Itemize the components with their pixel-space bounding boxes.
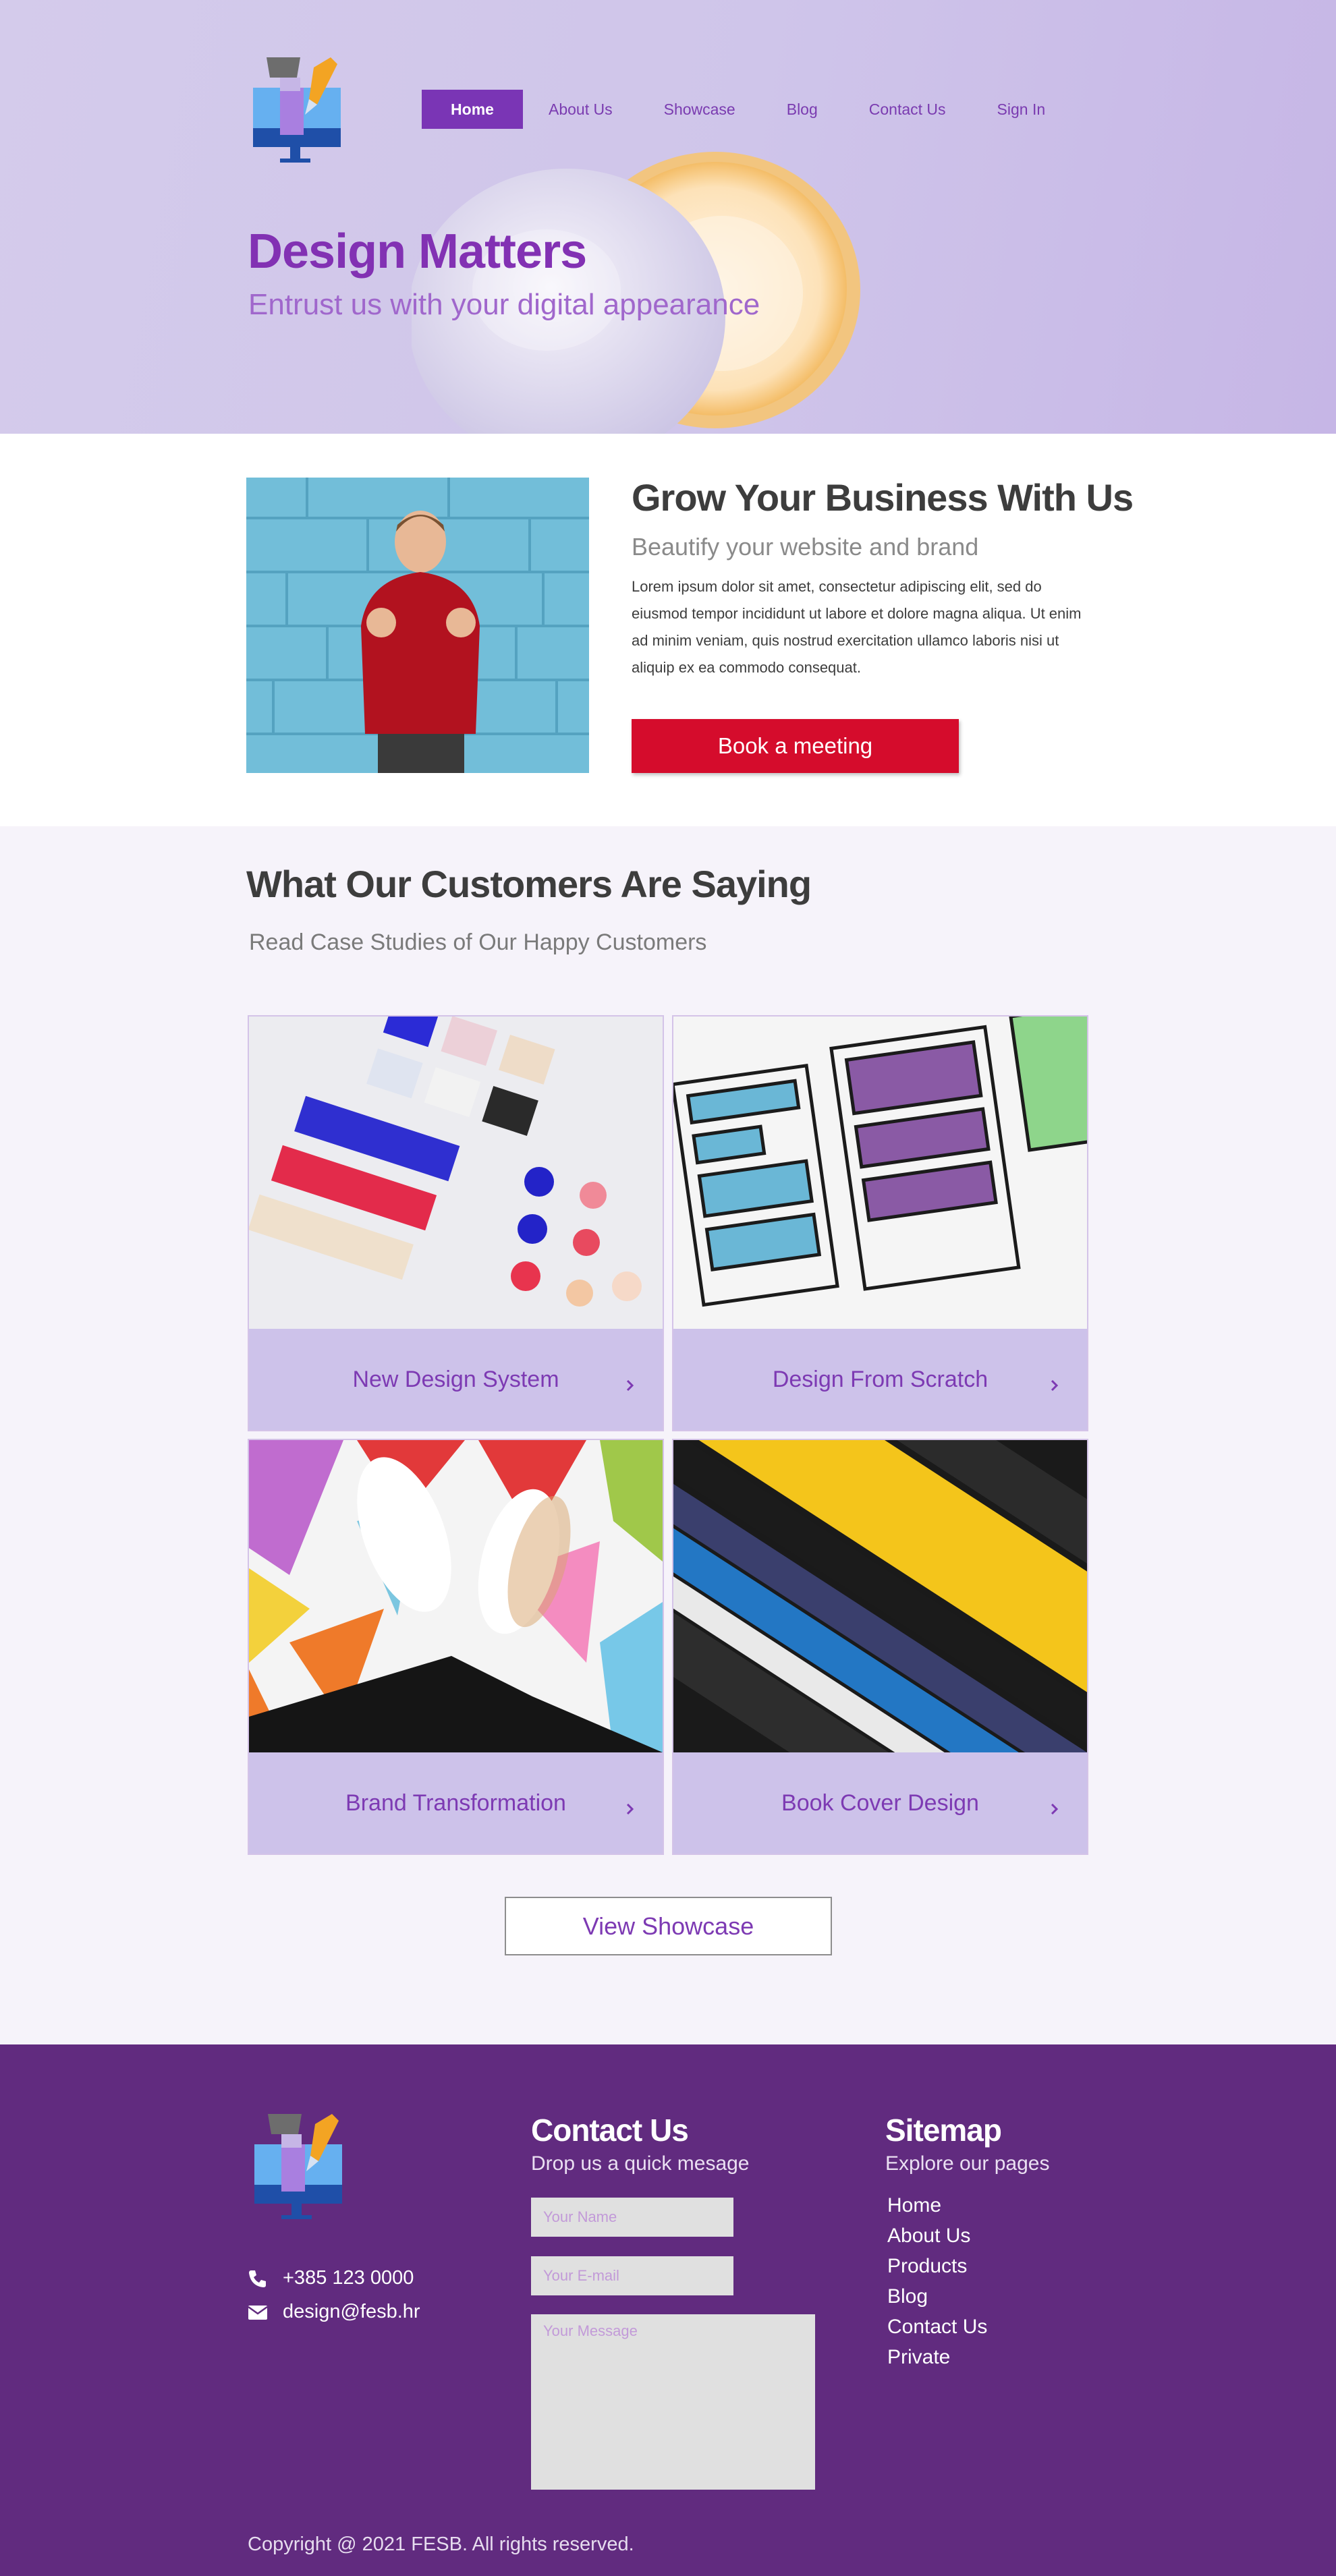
nav-blog[interactable]: Blog bbox=[761, 90, 843, 129]
grow-subtitle: Beautify your website and brand bbox=[632, 533, 979, 561]
design-books-image bbox=[673, 1440, 1087, 1752]
case-card-design-from-scratch[interactable]: Design From Scratch bbox=[672, 1015, 1088, 1431]
hero-banner: Home About Us Showcase Blog Contact Us S… bbox=[0, 0, 1336, 434]
phone-text[interactable]: +385 123 0000 bbox=[283, 2267, 414, 2289]
happy-man-photo bbox=[246, 478, 589, 773]
sitemap-link-contact-us[interactable]: Contact Us bbox=[887, 2316, 987, 2339]
message-textarea[interactable] bbox=[531, 2314, 815, 2490]
nav-home[interactable]: Home bbox=[422, 90, 523, 129]
brand-logo[interactable] bbox=[250, 57, 344, 165]
sitemap-link-home[interactable]: Home bbox=[887, 2194, 941, 2217]
case-card-brand-transformation[interactable]: Brand Transformation bbox=[248, 1439, 664, 1855]
name-input[interactable] bbox=[531, 2198, 733, 2237]
nav-about-us[interactable]: About Us bbox=[523, 90, 638, 129]
card-label: Book Cover Design bbox=[781, 1790, 979, 1816]
wireframe-sketch-image bbox=[673, 1017, 1087, 1329]
chevron-right-icon bbox=[626, 1380, 634, 1391]
nav-sign-in[interactable]: Sign In bbox=[972, 90, 1071, 129]
case-card-book-cover-design[interactable]: Book Cover Design bbox=[672, 1439, 1088, 1855]
grow-body-text: Lorem ipsum dolor sit amet, consectetur … bbox=[632, 578, 1082, 676]
customers-subtitle: Read Case Studies of Our Happy Customers bbox=[249, 929, 707, 955]
contact-title: Contact Us bbox=[531, 2113, 689, 2148]
sitemap-link-blog[interactable]: Blog bbox=[887, 2285, 928, 2308]
card-label: New Design System bbox=[352, 1367, 559, 1392]
chevron-right-icon bbox=[1051, 1380, 1059, 1391]
book-meeting-button[interactable]: Book a meeting bbox=[632, 719, 959, 773]
card-label: Design From Scratch bbox=[772, 1367, 989, 1392]
envelope-icon bbox=[248, 2305, 268, 2320]
card-label: Brand Transformation bbox=[345, 1790, 566, 1816]
email-text[interactable]: design@fesb.hr bbox=[283, 2301, 420, 2323]
sitemap-title: Sitemap bbox=[885, 2113, 1002, 2148]
case-card-new-design-system[interactable]: New Design System bbox=[248, 1015, 664, 1431]
chevron-right-icon bbox=[1051, 1804, 1059, 1814]
site-footer: +385 123 0000 design@fesb.hr Contact Us … bbox=[0, 2044, 1336, 2576]
grow-section: Grow Your Business With Us Beautify your… bbox=[0, 434, 1336, 826]
hero-title: Design Matters bbox=[248, 225, 587, 279]
nav-showcase[interactable]: Showcase bbox=[638, 90, 761, 129]
sitemap-link-products[interactable]: Products bbox=[887, 2255, 967, 2278]
customers-title: What Our Customers Are Saying bbox=[246, 863, 812, 905]
sitemap-link-private[interactable]: Private bbox=[887, 2346, 950, 2369]
email-input[interactable] bbox=[531, 2256, 733, 2295]
design-system-image bbox=[249, 1017, 663, 1329]
main-nav: Home About Us Showcase Blog Contact Us S… bbox=[422, 90, 1071, 129]
footer-email: design@fesb.hr bbox=[248, 2301, 420, 2323]
footer-brand-logo[interactable] bbox=[251, 2114, 345, 2222]
contact-subtitle: Drop us a quick mesage bbox=[531, 2152, 750, 2175]
chevron-right-icon bbox=[626, 1804, 634, 1814]
grow-title: Grow Your Business With Us bbox=[632, 476, 1134, 519]
view-showcase-button[interactable]: View Showcase bbox=[505, 1897, 832, 1955]
sitemap-subtitle: Explore our pages bbox=[885, 2152, 1050, 2175]
nav-contact-us[interactable]: Contact Us bbox=[843, 90, 972, 129]
footer-phone: +385 123 0000 bbox=[248, 2267, 414, 2289]
hero-subtitle: Entrust us with your digital appearance bbox=[248, 288, 760, 321]
phone-icon bbox=[249, 2270, 266, 2287]
sitemap-link-about-us[interactable]: About Us bbox=[887, 2225, 970, 2248]
copyright-text: Copyright @ 2021 FESB. All rights reserv… bbox=[248, 2534, 634, 2555]
colorful-floor-sneakers-image bbox=[249, 1440, 663, 1752]
